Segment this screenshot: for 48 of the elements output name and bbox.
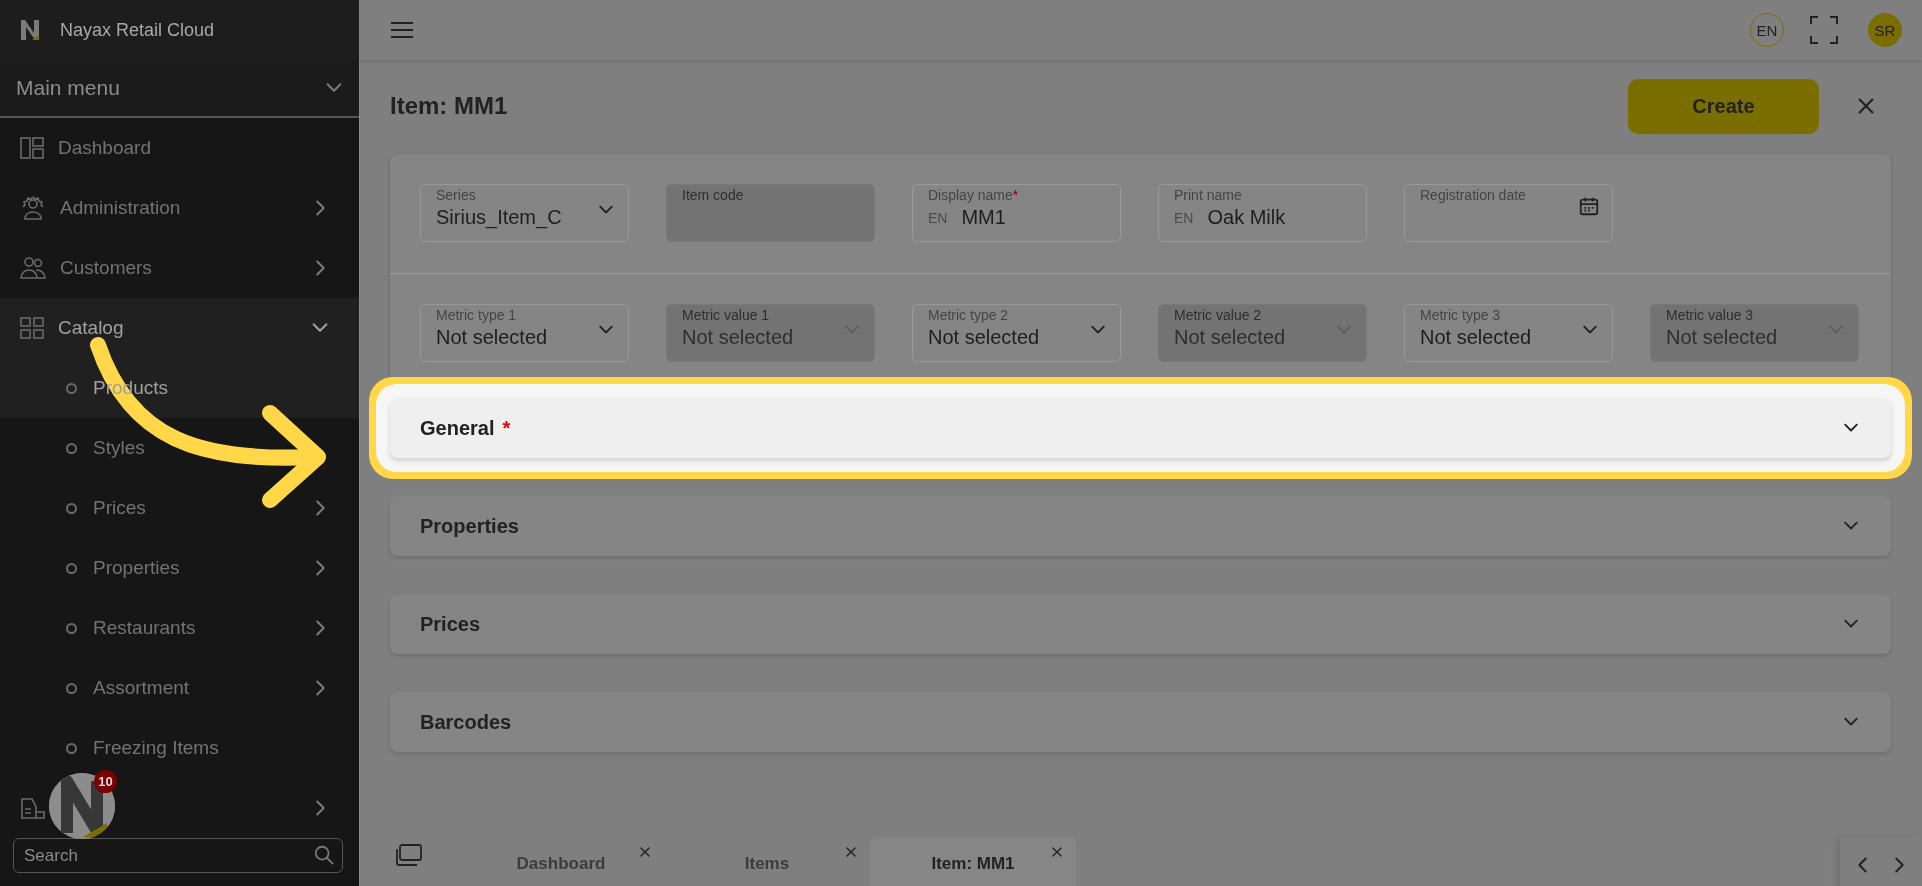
accordion-section[interactable]: Prices <box>390 594 1891 654</box>
sidebar-item[interactable]: Styles <box>0 418 359 478</box>
dashboard-icon <box>20 137 44 159</box>
sidebar-item[interactable]: Prices <box>0 478 359 538</box>
bullet-icon <box>66 442 77 454</box>
page-title: Item: MM1 <box>390 92 509 120</box>
input-field[interactable]: Print name EN Oak Milk <box>1158 184 1367 242</box>
sidebar-item[interactable]: Properties <box>0 538 359 598</box>
sidebar-item[interactable]: Administration <box>0 178 359 238</box>
people-icon <box>20 256 46 280</box>
app-title: Nayax Retail Cloud <box>60 19 215 41</box>
accordion-section[interactable]: Barcodes <box>390 692 1891 752</box>
create-button[interactable]: Create <box>1628 78 1819 134</box>
sidebar-item[interactable]: Dashboard <box>0 118 359 178</box>
accordion-section[interactable]: Properties <box>390 496 1891 556</box>
bullet-icon <box>66 682 77 694</box>
sidebar-item[interactable]: Catalog <box>0 298 359 358</box>
bullet-icon <box>66 382 77 394</box>
tab[interactable]: Item: MM1 <box>870 837 1076 886</box>
close-icon[interactable] <box>1050 845 1064 859</box>
building-icon <box>20 797 46 819</box>
select-field[interactable]: Series Sirius_Item_C <box>420 184 629 242</box>
fullscreen-icon[interactable] <box>1810 16 1838 44</box>
user-avatar[interactable]: SR <box>1868 13 1902 47</box>
windows-icon[interactable] <box>395 843 423 867</box>
search-icon <box>313 844 335 866</box>
close-icon[interactable] <box>1855 95 1877 117</box>
gear-person-icon <box>20 195 46 221</box>
sidebar-item[interactable]: Customers <box>0 238 359 298</box>
input-field[interactable]: Display name* EN MM1 <box>912 184 1121 242</box>
menu-icon[interactable] <box>390 20 414 40</box>
select-field[interactable]: Metric type 3 Not selected <box>1404 304 1613 362</box>
bullet-icon <box>66 742 77 754</box>
logo-icon <box>20 19 42 41</box>
grid-icon <box>20 317 44 339</box>
sidebar-item[interactable]: Assortment <box>0 658 359 718</box>
bullet-icon <box>66 502 77 514</box>
select-field[interactable]: Metric type 1 Not selected <box>420 304 629 362</box>
search-field[interactable]: Search <box>13 838 343 873</box>
bullet-icon <box>66 562 77 574</box>
bullet-icon <box>66 622 77 634</box>
select-field[interactable]: Metric type 2 Not selected <box>912 304 1121 362</box>
main-menu-header[interactable]: Main menu <box>0 60 359 118</box>
close-icon[interactable] <box>638 845 652 859</box>
close-icon[interactable] <box>844 845 858 859</box>
date-field[interactable]: Registration date <box>1404 184 1613 242</box>
sidebar-item[interactable]: Restaurants <box>0 598 359 658</box>
calendar-icon <box>1578 195 1600 217</box>
